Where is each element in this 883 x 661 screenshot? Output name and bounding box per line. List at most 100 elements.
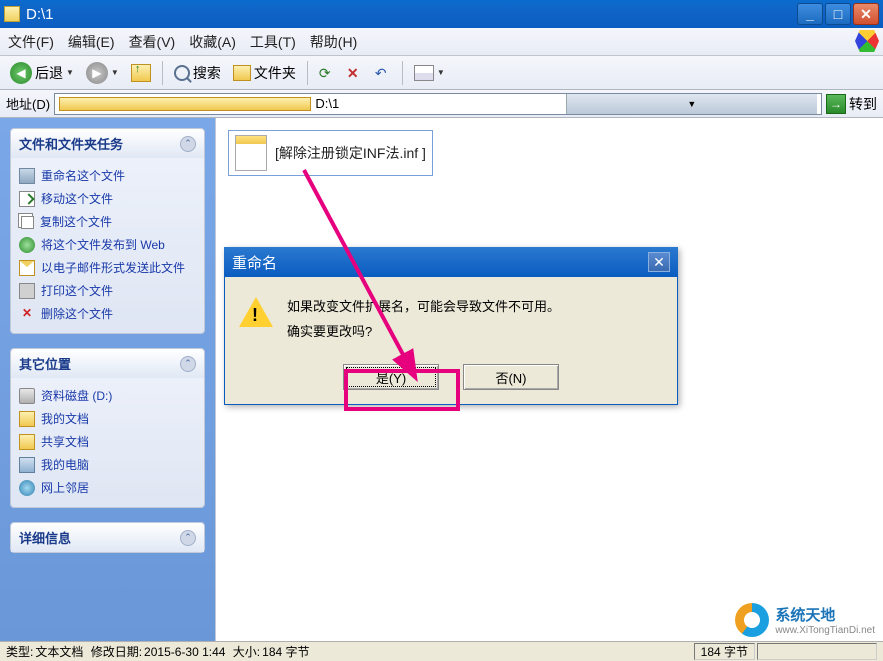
toolbar-separator [402,61,403,85]
task-print[interactable]: 打印这个文件 [19,279,196,302]
forward-dropdown-icon: ▼ [111,68,119,77]
menu-tools[interactable]: 工具(T) [250,32,296,52]
other-places-panel: 其它位置 ⌃ 资料磁盘 (D:) 我的文档 共享文档 我的电脑 网上邻居 [10,348,205,508]
status-bar: 类型: 文本文档 修改日期: 2015-6-30 1:44 大小: 184 字节… [0,641,883,661]
file-tasks-header[interactable]: 文件和文件夹任务 ⌃ [11,129,204,158]
place-label: 网上邻居 [41,479,89,496]
undo-button[interactable]: ↶ [371,60,395,86]
sync-icon: ⟳ [319,65,335,81]
up-button[interactable] [127,60,155,86]
dialog-title: 重命名 [232,252,648,273]
other-places-title: 其它位置 [19,354,71,373]
other-places-header[interactable]: 其它位置 ⌃ [11,349,204,378]
details-header[interactable]: 详细信息 ⌃ [11,523,204,552]
place-my-computer[interactable]: 我的电脑 [19,453,196,476]
no-label: 否(N) [495,368,526,387]
no-button[interactable]: 否(N) [463,364,559,390]
maximize-button[interactable]: □ [825,3,851,25]
file-item[interactable]: [解除注册锁定INF法.inf ] [228,130,433,176]
delete-icon: ✕ [19,306,35,322]
dialog-line2: 确实要更改吗? [287,320,560,345]
other-places-body: 资料磁盘 (D:) 我的文档 共享文档 我的电脑 网上邻居 [11,378,204,507]
window-controls: _ □ ✕ [795,3,879,25]
task-publish-web[interactable]: 将这个文件发布到 Web [19,233,196,256]
address-bar: 地址(D) D:\1 ▼ → 转到 [0,90,883,118]
dialog-body: 如果改变文件扩展名，可能会导致文件不可用。 确实要更改吗? 是(Y) 否(N) [224,277,678,405]
search-label: 搜索 [193,63,221,83]
dialog-buttons: 是(Y) 否(N) [239,364,663,390]
computer-icon [19,457,35,473]
task-move[interactable]: 移动这个文件 [19,187,196,210]
status-size-label: 大小: [233,643,260,660]
task-label: 以电子邮件形式发送此文件 [41,259,185,276]
menu-help[interactable]: 帮助(H) [310,32,357,52]
sync-button[interactable]: ⟳ [315,60,339,86]
task-label: 将这个文件发布到 Web [41,236,165,253]
menu-favorites[interactable]: 收藏(A) [189,32,236,52]
toolbar: ◀ 后退 ▼ ▶ ▼ 搜索 文件夹 ⟳ ✕ ↶ ▼ [0,56,883,90]
file-tasks-panel: 文件和文件夹任务 ⌃ 重命名这个文件 移动这个文件 复制这个文件 将这个文件发布… [10,128,205,334]
back-button[interactable]: ◀ 后退 ▼ [6,60,78,86]
dialog-close-button[interactable]: ✕ [648,252,670,272]
status-type-label: 类型: [6,643,33,660]
windows-flag-icon [855,30,879,52]
task-copy[interactable]: 复制这个文件 [19,210,196,233]
move-icon [19,191,35,207]
file-name: [解除注册锁定INF法.inf ] [275,143,426,163]
task-rename[interactable]: 重命名这个文件 [19,164,196,187]
network-icon [19,480,35,496]
search-button[interactable]: 搜索 [170,60,225,86]
collapse-icon: ⌃ [180,136,196,152]
status-size-value: 184 字节 [262,643,309,660]
menu-view[interactable]: 查看(V) [129,32,176,52]
warning-icon [239,297,273,331]
watermark-logo-icon [735,603,769,637]
go-label: 转到 [849,94,877,114]
folder-icon [59,97,311,111]
watermark-line2: www.XiTongTianDi.net [775,625,875,636]
menu-bar: 文件(F) 编辑(E) 查看(V) 收藏(A) 工具(T) 帮助(H) [0,28,883,56]
window-title: D:\1 [26,6,795,23]
dialog-line1: 如果改变文件扩展名，可能会导致文件不可用。 [287,295,560,320]
toolbar-separator [307,61,308,85]
task-label: 删除这个文件 [41,305,113,322]
address-combo[interactable]: D:\1 ▼ [54,93,822,115]
place-drive-d[interactable]: 资料磁盘 (D:) [19,384,196,407]
place-label: 我的文档 [41,410,89,427]
place-shared-documents[interactable]: 共享文档 [19,430,196,453]
search-icon [174,65,190,81]
menu-file[interactable]: 文件(F) [8,32,54,52]
place-label: 共享文档 [41,433,89,450]
task-delete[interactable]: ✕ 删除这个文件 [19,302,196,325]
documents-icon [19,411,35,427]
forward-button[interactable]: ▶ ▼ [82,60,123,86]
yes-button[interactable]: 是(Y) [343,364,439,390]
views-button[interactable]: ▼ [410,60,449,86]
folders-button[interactable]: 文件夹 [229,60,300,86]
delete-x-icon: ✕ [347,65,363,81]
copy-icon [21,216,34,229]
web-icon [19,237,35,253]
status-right-text: 184 字节 [701,643,748,660]
go-button[interactable]: → 转到 [826,93,877,115]
views-icon [414,65,434,81]
task-label: 重命名这个文件 [41,167,125,184]
back-label: 后退 [35,63,63,83]
status-date-value: 2015-6-30 1:44 [144,645,225,659]
address-dropdown-icon[interactable]: ▼ [566,94,817,114]
delete-button[interactable]: ✕ [343,60,367,86]
details-panel: 详细信息 ⌃ [10,522,205,553]
status-type-value: 文本文档 [35,643,83,660]
collapse-icon: ⌃ [180,530,196,546]
close-button[interactable]: ✕ [853,3,879,25]
place-my-documents[interactable]: 我的文档 [19,407,196,430]
status-right-cell: 184 字节 [694,643,755,660]
watermark-line1: 系统天地 [775,604,875,625]
file-tasks-title: 文件和文件夹任务 [19,134,123,153]
minimize-button[interactable]: _ [797,3,823,25]
place-network-places[interactable]: 网上邻居 [19,476,196,499]
task-email[interactable]: 以电子邮件形式发送此文件 [19,256,196,279]
menu-edit[interactable]: 编辑(E) [68,32,115,52]
folders-icon [233,65,251,81]
address-label: 地址(D) [6,94,50,113]
